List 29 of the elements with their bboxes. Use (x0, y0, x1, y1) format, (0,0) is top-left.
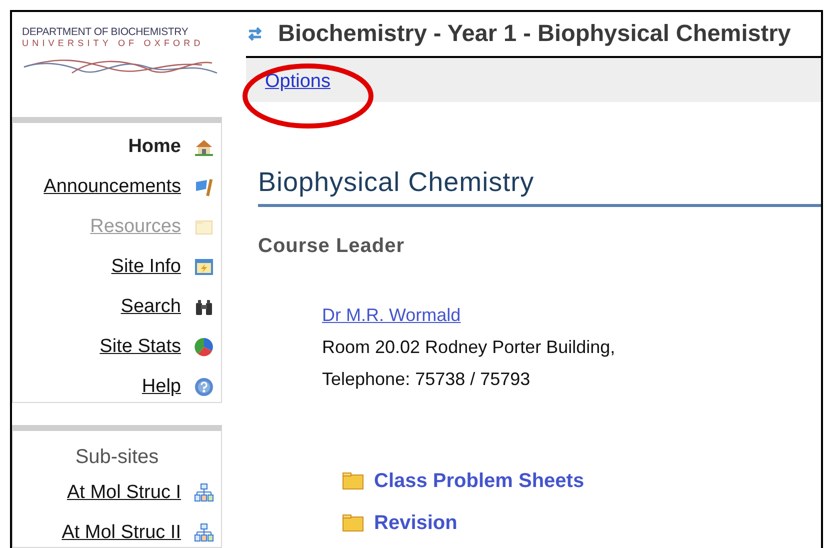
folder-link[interactable]: Class Problem Sheets (374, 467, 584, 495)
address-text: Room 20.02 Rodney Porter Building, (322, 336, 616, 359)
section-heading: Course Leader (258, 234, 405, 259)
person-link[interactable]: Dr M.R. Wormald (322, 299, 461, 331)
logo-text: DEPARTMENT OF BIOCHEMISTRY (22, 26, 188, 38)
nav-link[interactable]: Site Info (111, 252, 181, 281)
nav-link[interactable]: Search (120, 292, 181, 321)
help-icon (193, 376, 215, 397)
options-link[interactable]: Options (265, 70, 330, 94)
phone-text: Telephone: 75738 / 75793 (322, 368, 530, 391)
nav-link[interactable]: Announcements (44, 172, 181, 201)
swap-arrows-icon[interactable] (246, 25, 264, 43)
pie-chart-icon (193, 336, 215, 357)
logo-text: UNIVERSITY OF OXFORD (22, 38, 204, 49)
section-title: Sub-sites (75, 445, 159, 470)
nav-link[interactable]: Site Stats (100, 332, 181, 361)
page-heading: Biophysical Chemistry (258, 166, 534, 198)
sitemap-icon (193, 523, 215, 543)
folder-icon (342, 472, 364, 490)
site-title: Biochemistry - Year 1 - Biophysical Chemistry (278, 19, 791, 48)
nav-link[interactable]: Help (142, 372, 181, 401)
folder-icon (342, 514, 364, 532)
folder-link[interactable]: Revision (374, 509, 458, 537)
sitemap-icon (193, 483, 215, 503)
flag-icon (193, 176, 215, 197)
subsite-link[interactable]: At Mol Struc II (62, 519, 181, 547)
subsite-link[interactable]: At Mol Struc I (66, 479, 181, 507)
window-icon (193, 256, 215, 277)
nav-item-current: Home (128, 134, 181, 159)
